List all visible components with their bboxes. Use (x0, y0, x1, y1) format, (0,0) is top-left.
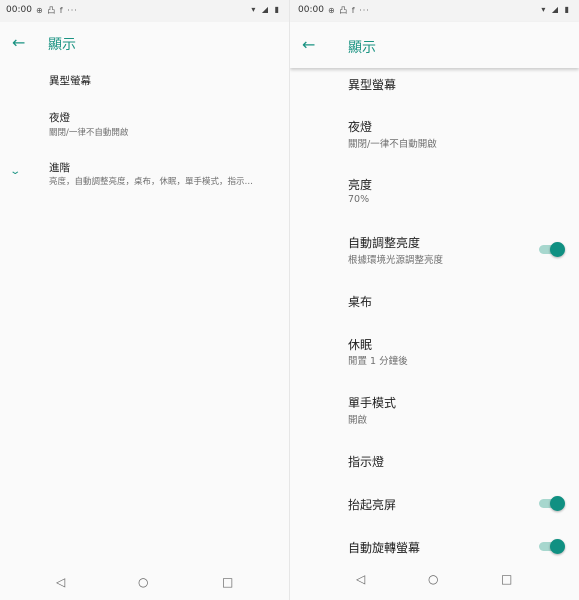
setting-notch-screen[interactable]: 異型螢幕 (0, 64, 289, 96)
setting-title: 亮度 (348, 178, 373, 192)
setting-subtitle: 70% (348, 194, 370, 205)
status-time: 00:00 (6, 5, 32, 15)
setting-night-light[interactable]: 夜燈 關閉/一律不自動開啟 (0, 102, 289, 146)
setting-subtitle: 根據環境光源調整亮度 (348, 255, 444, 266)
nav-back-icon[interactable]: ◁ (56, 575, 65, 589)
setting-title: 抬起亮屏 (348, 498, 397, 512)
system-status-icons: ▾ ◢ ▮ (541, 5, 571, 14)
chevron-down-icon: ⌄ (9, 166, 22, 177)
setting-title: 異型螢幕 (348, 78, 397, 92)
setting-subtitle: 閒置 1 分鐘後 (348, 356, 408, 367)
setting-title: 桌布 (348, 295, 373, 309)
left-screen: 00:00 ⊕ 凸 f ··· ▾ ◢ ▮ ← 顯示 異型螢幕 夜燈 關閉/一律… (0, 0, 289, 600)
notification-icons: ⊕ 凸 f ··· (36, 6, 78, 15)
setting-subtitle: 亮度，自動調整亮度，桌布，休眠，單手模式，指示… (49, 177, 254, 187)
page-title: 顯示 (348, 40, 376, 56)
setting-title: 休眠 (348, 338, 373, 352)
setting-brightness[interactable]: 亮度 70% (290, 170, 579, 216)
setting-title: 自動調整亮度 (348, 236, 421, 250)
adaptive-brightness-toggle[interactable] (539, 242, 565, 257)
setting-sleep[interactable]: 休眠 閒置 1 分鐘後 (290, 330, 579, 376)
setting-title: 指示燈 (348, 455, 385, 469)
setting-notch-screen[interactable]: 異型螢幕 (290, 68, 579, 98)
setting-night-light[interactable]: 夜燈 關閉/一律不自動開啟 (290, 112, 579, 158)
notification-icons: ⊕ 凸 f ··· (328, 6, 370, 15)
setting-title: 進階 (49, 162, 70, 174)
system-status-icons: ▾ ◢ ▮ (251, 5, 281, 14)
right-screen: 00:00 ⊕ 凸 f ··· ▾ ◢ ▮ ← 顯示 異型螢幕 夜燈 關閉/一律… (290, 0, 579, 600)
setting-title: 自動旋轉螢幕 (348, 541, 421, 555)
setting-subtitle: 開啟 (348, 415, 368, 426)
setting-wallpaper[interactable]: 桌布 (290, 286, 579, 316)
setting-one-handed-mode[interactable]: 單手模式 開啟 (290, 388, 579, 434)
nav-recents-icon[interactable]: □ (222, 575, 233, 589)
setting-title: 夜燈 (49, 112, 70, 124)
nav-home-icon[interactable]: ○ (428, 572, 438, 586)
back-arrow-icon[interactable]: ← (302, 37, 315, 53)
setting-lift-to-wake[interactable]: 抬起亮屏 (290, 488, 579, 520)
setting-title: 異型螢幕 (49, 75, 91, 87)
back-arrow-icon[interactable]: ← (12, 35, 25, 51)
toggle-thumb (550, 539, 565, 554)
status-time: 00:00 (298, 5, 324, 15)
navigation-bar: ◁ ○ □ (290, 560, 579, 600)
setting-adaptive-brightness[interactable]: 自動調整亮度 根據環境光源調整亮度 (290, 228, 579, 274)
setting-title: 夜燈 (348, 120, 373, 134)
setting-advanced[interactable]: ⌄ 進階 亮度，自動調整亮度，桌布，休眠，單手模式，指示… (0, 152, 289, 196)
setting-indicator-light[interactable]: 指示燈 (290, 446, 579, 476)
nav-back-icon[interactable]: ◁ (356, 572, 365, 586)
setting-title: 單手模式 (348, 396, 397, 410)
setting-subtitle: 關閉/一律不自動開啟 (49, 128, 129, 138)
status-bar: 00:00 ⊕ 凸 f ··· ▾ ◢ ▮ (0, 0, 289, 22)
nav-home-icon[interactable]: ○ (138, 575, 148, 589)
page-title: 顯示 (48, 37, 76, 53)
nav-recents-icon[interactable]: □ (501, 572, 512, 586)
lift-to-wake-toggle[interactable] (539, 496, 565, 511)
toggle-thumb (550, 496, 565, 511)
app-bar: ← 顯示 (290, 22, 579, 68)
auto-rotate-toggle[interactable] (539, 539, 565, 554)
toggle-thumb (550, 242, 565, 257)
navigation-bar: ◁ ○ □ (0, 567, 289, 600)
app-bar: ← 顯示 (0, 22, 289, 64)
setting-auto-rotate[interactable]: 自動旋轉螢幕 (290, 532, 579, 560)
status-bar: 00:00 ⊕ 凸 f ··· ▾ ◢ ▮ (290, 0, 579, 22)
setting-subtitle: 關閉/一律不自動開啟 (348, 139, 437, 150)
